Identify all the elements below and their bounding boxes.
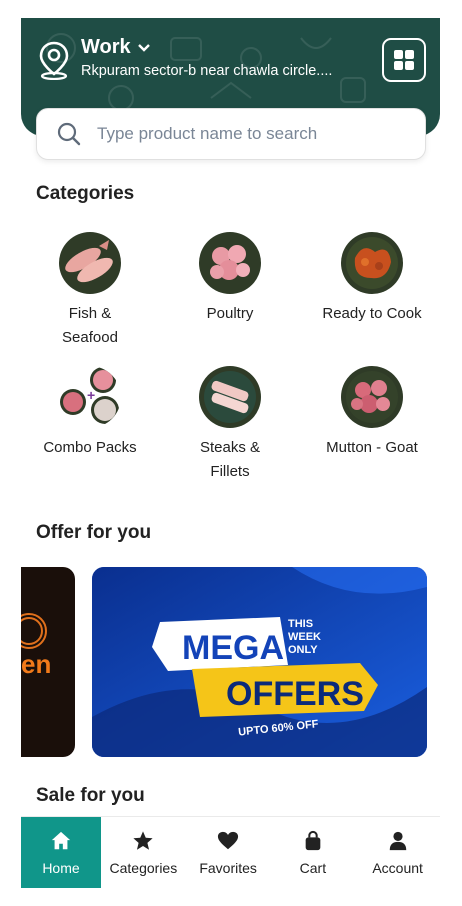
fillet-icon xyxy=(199,366,261,428)
banner-ring-graphic xyxy=(21,613,47,649)
marinated-meat-icon xyxy=(341,232,403,294)
category-label: Poultry xyxy=(206,305,254,322)
category-mutton-goat[interactable]: Mutton - Goat xyxy=(302,366,440,460)
bottom-navigation: Home Categories Favorites Cart Account xyxy=(21,816,440,888)
badge-only: ONLY xyxy=(288,644,318,656)
mega-offers-graphic: MEGA THIS WEEK ONLY OFFERS UPTO 60% OFF xyxy=(92,567,427,757)
nav-cart[interactable]: Cart xyxy=(271,817,356,888)
search-bar[interactable] xyxy=(36,108,426,160)
categories-heading: Categories xyxy=(36,183,135,204)
location-title[interactable]: Work xyxy=(81,36,151,59)
category-label: Steaks & Fillets xyxy=(199,439,261,480)
offers-text: OFFERS xyxy=(226,675,364,713)
nav-label: Home xyxy=(42,859,80,876)
category-combo-packs[interactable]: + Combo Packs xyxy=(21,366,160,460)
grid-menu-button[interactable] xyxy=(382,38,426,82)
nav-account[interactable]: Account xyxy=(355,817,440,888)
fish-icon xyxy=(59,232,121,294)
badge-week: WEEK xyxy=(288,631,321,643)
nav-favorites[interactable]: Favorites xyxy=(186,817,271,888)
nav-label: Account xyxy=(372,859,423,876)
badge-this: THIS xyxy=(288,618,313,630)
category-poultry[interactable]: Poultry xyxy=(160,232,300,326)
category-label: Ready to Cook xyxy=(322,305,422,322)
category-fish-seafood[interactable]: Fish & Seafood xyxy=(21,232,160,350)
nav-categories[interactable]: Categories xyxy=(101,817,186,888)
category-steaks-fillets[interactable]: Steaks & Fillets xyxy=(160,366,300,484)
home-icon xyxy=(51,831,71,849)
nav-label: Categories xyxy=(109,859,178,876)
mutton-icon xyxy=(341,366,403,428)
offers-heading: Offer for you xyxy=(36,522,152,543)
sale-heading: Sale for you xyxy=(36,785,145,806)
user-icon xyxy=(389,831,406,850)
combo-icon: + xyxy=(59,366,121,428)
location-name: Work xyxy=(81,36,131,58)
app-screen: Work Rkpuram sector-b near chawla circle… xyxy=(21,18,440,888)
chicken-icon xyxy=(199,232,261,294)
mega-text: MEGA xyxy=(182,629,284,667)
offer-banner-previous[interactable]: en xyxy=(21,567,75,757)
svg-text:+: + xyxy=(87,387,95,403)
category-ready-to-cook[interactable]: Ready to Cook xyxy=(302,232,440,326)
category-label: Fish & Seafood xyxy=(62,305,118,346)
nav-label: Cart xyxy=(299,859,327,876)
heart-icon xyxy=(218,831,239,849)
location-address: Rkpuram sector-b near chawla circle.... xyxy=(81,63,333,79)
search-input[interactable] xyxy=(97,124,397,144)
bag-icon xyxy=(305,830,321,850)
location-pin-icon xyxy=(39,41,69,80)
nav-label: Favorites xyxy=(199,859,257,876)
star-icon xyxy=(133,830,153,850)
category-label: Mutton - Goat xyxy=(326,439,418,456)
nav-home[interactable]: Home xyxy=(21,817,101,888)
chevron-down-icon xyxy=(137,43,150,52)
offer-banner-text: en xyxy=(21,649,52,679)
grid-menu-icon xyxy=(394,50,414,70)
search-icon xyxy=(57,122,81,146)
offer-banner-mega[interactable]: MEGA THIS WEEK ONLY OFFERS UPTO 60% OFF xyxy=(92,567,427,757)
category-label: Combo Packs xyxy=(43,439,137,456)
